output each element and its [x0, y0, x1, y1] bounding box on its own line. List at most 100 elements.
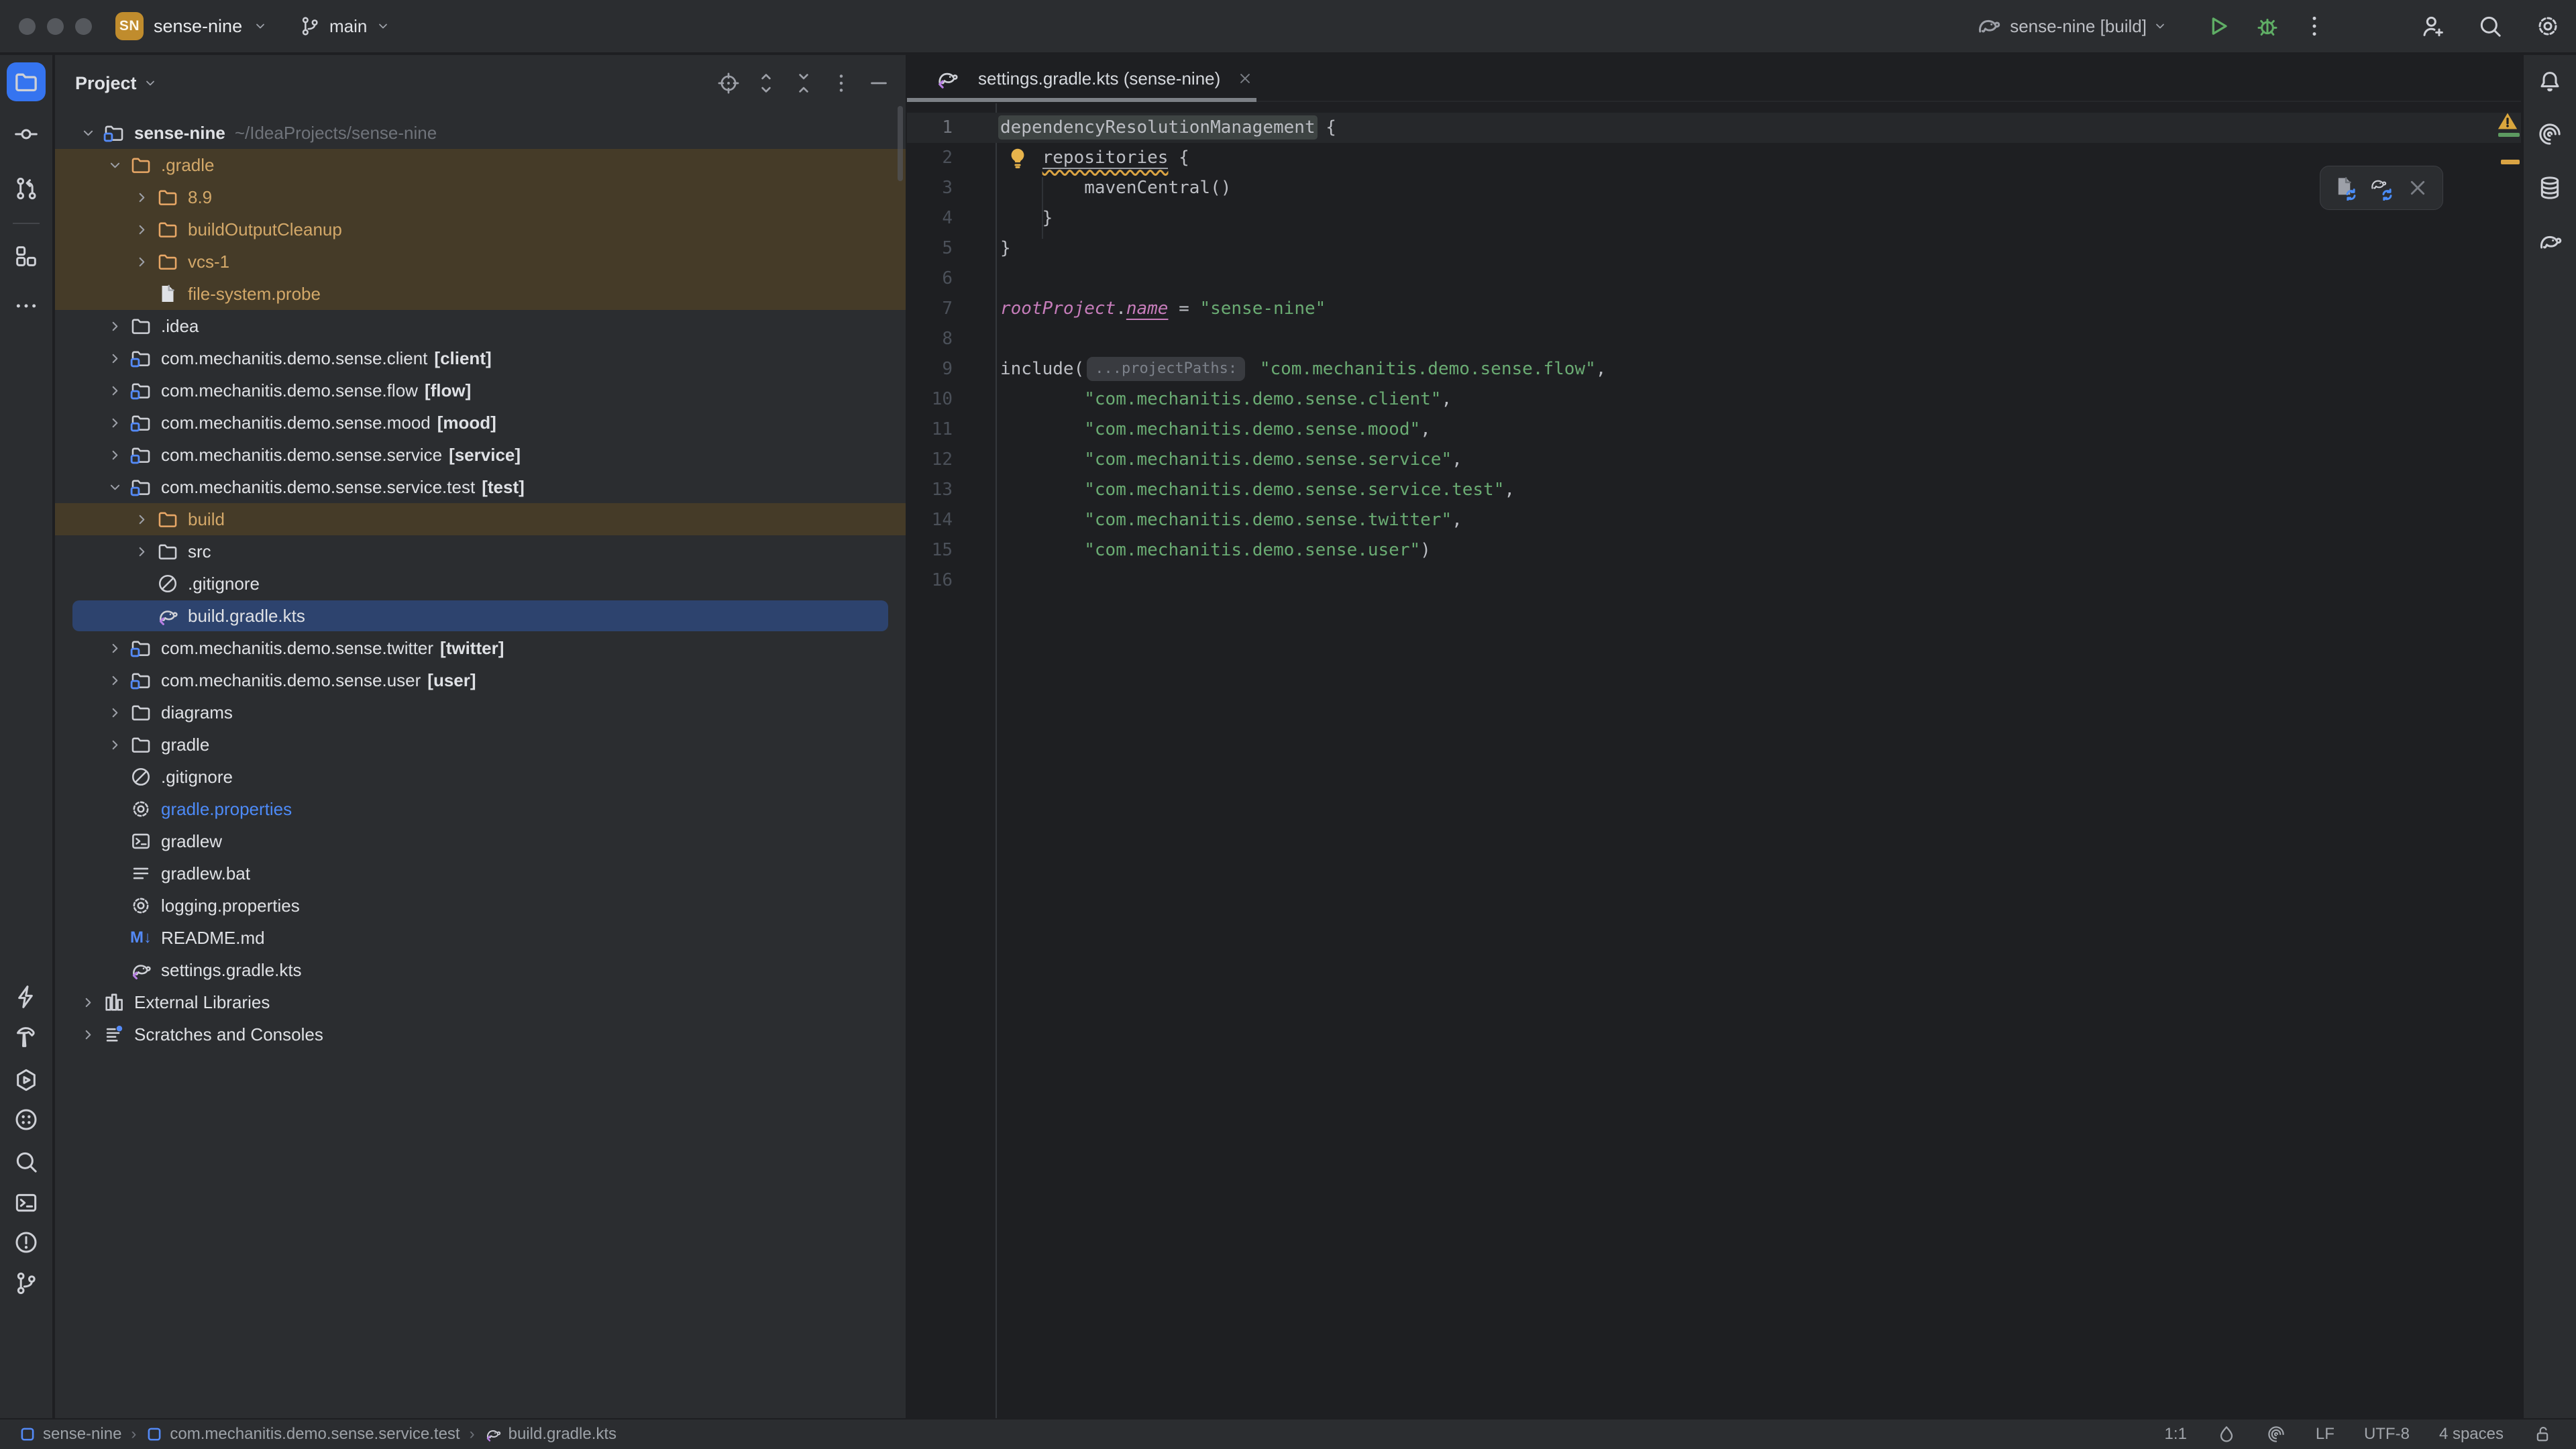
intention-lightbulb-icon[interactable]	[1005, 146, 1030, 171]
code-line-5[interactable]: 5}	[907, 233, 2521, 264]
database-tool-button[interactable]	[2534, 172, 2565, 203]
tree-item-gitignore[interactable]: .gitignore	[55, 761, 906, 793]
project-avatar[interactable]: SN	[115, 12, 144, 40]
ai-assistant-tool-button[interactable]	[2534, 119, 2565, 150]
panel-title[interactable]: Project	[75, 73, 137, 94]
code-line-13[interactable]: 13 "com.mechanitis.demo.sense.service.te…	[907, 475, 2521, 505]
tree-item-diagrams[interactable]: diagrams	[55, 696, 906, 729]
tree-item-external-libraries[interactable]: External Libraries	[55, 986, 906, 1018]
minimize-window-button[interactable]	[47, 18, 64, 35]
pull-requests-tool-button[interactable]	[11, 173, 42, 204]
breadcrumb-item-com-mechanitis-demo-sense-service-test[interactable]: com.mechanitis.demo.sense.service.test	[146, 1425, 460, 1444]
code-line-9[interactable]: 9include(...projectPaths: "com.mechaniti…	[907, 354, 2521, 384]
code-line-16[interactable]: 16	[907, 566, 2521, 596]
chevron-right-icon[interactable]	[102, 345, 127, 371]
code-line-3[interactable]: 3 mavenCentral()	[907, 173, 2521, 203]
tree-item-com-mechanitis-demo-sense-user[interactable]: com.mechanitis.demo.sense.user[user]	[55, 664, 906, 696]
highlighting-level-widget[interactable]	[2216, 1424, 2237, 1444]
branch-name[interactable]: main	[329, 16, 367, 37]
terminal-tool-button[interactable]	[11, 1187, 42, 1218]
chevron-right-icon[interactable]	[129, 506, 154, 532]
more-actions-button[interactable]	[2301, 13, 2328, 40]
tree-item-file-system-probe[interactable]: file-system.probe	[55, 278, 906, 310]
code-line-12[interactable]: 12 "com.mechanitis.demo.sense.service",	[907, 445, 2521, 475]
tree-item-com-mechanitis-demo-sense-service[interactable]: com.mechanitis.demo.sense.service[servic…	[55, 439, 906, 471]
gradle-tool-button[interactable]	[2534, 227, 2565, 258]
project-folder-tool-button[interactable]	[7, 62, 46, 101]
code-line-14[interactable]: 14 "com.mechanitis.demo.sense.twitter",	[907, 505, 2521, 535]
tree-item-vcs-1[interactable]: vcs-1	[55, 246, 906, 278]
chevron-right-icon[interactable]	[102, 635, 127, 661]
code-line-15[interactable]: 15 "com.mechanitis.demo.sense.user")	[907, 535, 2521, 566]
load-gradle-changes-button[interactable]	[2369, 175, 2394, 201]
version-control-tool-button[interactable]	[11, 1268, 42, 1299]
zoom-window-button[interactable]	[75, 18, 92, 35]
macos-traffic-lights[interactable]	[19, 18, 92, 35]
tree-item-8-9[interactable]: 8.9	[55, 181, 906, 213]
commit-tool-button[interactable]	[11, 119, 42, 150]
tree-item-logging-properties[interactable]: logging.properties	[55, 890, 906, 922]
tree-item-scratches-and-consoles[interactable]: Scratches and Consoles	[55, 1018, 906, 1051]
endpoints-tool-button[interactable]	[11, 981, 42, 1012]
code-line-4[interactable]: 4 }	[907, 203, 2521, 233]
tree-item-gitignore[interactable]: .gitignore	[55, 568, 906, 600]
chevron-right-icon[interactable]	[102, 410, 127, 435]
tree-item-build[interactable]: build	[55, 503, 906, 535]
dismiss-button[interactable]	[2405, 175, 2430, 201]
more-tools-tool-button[interactable]	[11, 290, 42, 321]
file-encoding-widget[interactable]: UTF-8	[2364, 1425, 2410, 1444]
select-opened-file-button[interactable]	[716, 71, 741, 95]
services-tool-button[interactable]	[11, 1065, 42, 1095]
project-name[interactable]: sense-nine	[154, 16, 242, 37]
chevron-right-icon[interactable]	[129, 249, 154, 274]
vcs-branch-widget[interactable]: main	[299, 0, 391, 52]
code-line-10[interactable]: 10 "com.mechanitis.demo.sense.client",	[907, 384, 2521, 415]
tree-item-com-mechanitis-demo-sense-twitter[interactable]: com.mechanitis.demo.sense.twitter[twitte…	[55, 632, 906, 664]
tree-item-idea[interactable]: .idea	[55, 310, 906, 342]
tree-item-com-mechanitis-demo-sense-flow[interactable]: com.mechanitis.demo.sense.flow[flow]	[55, 374, 906, 407]
editor-tab-settings-gradle-kts[interactable]: settings.gradle.kts (sense-nine)	[907, 55, 1273, 102]
inspections-widget[interactable]	[2496, 110, 2521, 164]
chevron-right-icon[interactable]	[102, 700, 127, 725]
breadcrumb-item-build-gradle-kts[interactable]: build.gradle.kts	[484, 1425, 616, 1444]
close-window-button[interactable]	[19, 18, 36, 35]
tree-item-com-mechanitis-demo-sense-mood[interactable]: com.mechanitis.demo.sense.mood[mood]	[55, 407, 906, 439]
coverage-tool-button[interactable]	[11, 1104, 42, 1135]
code-editor[interactable]: 1dependencyResolutionManagement {2 repos…	[907, 103, 2521, 1418]
tree-item-gradle[interactable]: gradle	[55, 729, 906, 761]
tree-item-sense-nine[interactable]: sense-nine~/IdeaProjects/sense-nine	[55, 117, 906, 149]
line-separator-widget[interactable]: LF	[2316, 1425, 2334, 1444]
code-line-6[interactable]: 6	[907, 264, 2521, 294]
tree-item-com-mechanitis-demo-sense-client[interactable]: com.mechanitis.demo.sense.client[client]	[55, 342, 906, 374]
settings-button[interactable]	[2534, 13, 2561, 40]
run-configuration-selector[interactable]: sense-nine [build]	[2010, 16, 2147, 37]
tree-item-settings-gradle-kts[interactable]: settings.gradle.kts	[55, 954, 906, 986]
chevron-down-icon[interactable]	[102, 474, 127, 500]
options-button[interactable]	[829, 71, 853, 95]
error-stripe-mark-warning[interactable]	[2501, 160, 2520, 164]
project-widget[interactable]: SN sense-nine	[115, 0, 268, 52]
notifications-tool-button[interactable]	[2534, 66, 2565, 97]
chevron-right-icon[interactable]	[102, 313, 127, 339]
chevron-right-icon[interactable]	[102, 732, 127, 757]
tree-item-src[interactable]: src	[55, 535, 906, 568]
hide-button[interactable]	[867, 71, 891, 95]
chevron-down-icon[interactable]	[75, 120, 101, 146]
chevron-right-icon[interactable]	[75, 989, 101, 1015]
search-everywhere-button[interactable]	[2477, 13, 2504, 40]
chevron-right-icon[interactable]	[102, 667, 127, 693]
debug-button[interactable]	[2254, 13, 2281, 40]
chevron-right-icon[interactable]	[129, 217, 154, 242]
code-line-2[interactable]: 2 repositories {	[907, 143, 2521, 173]
code-line-1[interactable]: 1dependencyResolutionManagement {	[907, 113, 2521, 143]
chevron-right-icon[interactable]	[129, 184, 154, 210]
run-button[interactable]	[2204, 13, 2231, 40]
close-tab-icon[interactable]	[1236, 70, 1254, 87]
ai-assistant-status-widget[interactable]	[2266, 1424, 2286, 1444]
code-with-me-button[interactable]	[2419, 13, 2446, 40]
find-tool-button[interactable]	[11, 1146, 42, 1177]
scrollbar-thumb[interactable]	[898, 106, 903, 181]
tree-item-gradle[interactable]: .gradle	[55, 149, 906, 181]
tree-item-build-gradle-kts[interactable]: build.gradle.kts	[55, 600, 906, 632]
project-tree[interactable]: sense-nine~/IdeaProjects/sense-nine.grad…	[55, 117, 906, 1051]
